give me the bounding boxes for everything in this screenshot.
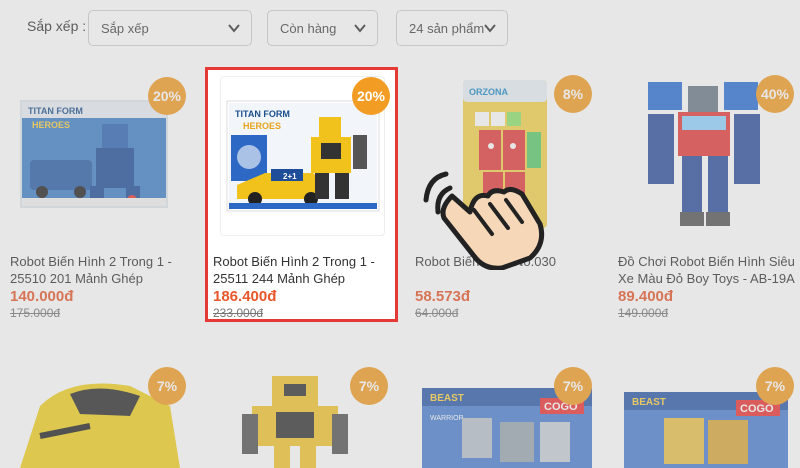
stock-select-value: Còn hàng xyxy=(280,20,337,36)
product-name-line[interactable]: 25510 201 Mảnh Ghép xyxy=(10,270,196,287)
heroes-logo-text: HEROES xyxy=(243,121,281,131)
beast-logo-text: BEAST xyxy=(632,397,666,408)
stock-select[interactable]: Còn hàng xyxy=(267,10,378,46)
cogo-logo-text: COGO xyxy=(740,403,774,415)
product-name-line[interactable]: Xe Màu Đỏ Boy Toys - AB-19A xyxy=(618,270,800,287)
chevron-down-icon xyxy=(228,24,240,33)
discount-badge: 7% xyxy=(756,367,794,405)
product-price: 140.000đ xyxy=(10,288,74,305)
chevron-down-icon xyxy=(484,24,496,33)
discount-badge: 7% xyxy=(148,367,186,405)
product-name-line[interactable]: Robot Biến Hình 2 Trong 1 - xyxy=(10,253,196,270)
product-old-price: 64.000đ xyxy=(415,306,459,320)
chevron-down-icon xyxy=(354,24,366,33)
sort-label: Sắp xếp : xyxy=(27,18,87,34)
sort-select-value: Sắp xếp xyxy=(101,20,149,36)
product-old-price: 149.000đ xyxy=(618,306,669,320)
titan-logo-text: TITAN FORM xyxy=(235,109,290,119)
highlighted-product-card[interactable]: TITAN FORM HEROES 2+1 20% Robot Biến Hìn… xyxy=(205,67,398,322)
count-select[interactable]: 24 sản phẩm xyxy=(396,10,508,46)
product-price: 186.400đ xyxy=(213,288,277,305)
discount-badge: 40% xyxy=(756,75,794,113)
discount-badge: 20% xyxy=(148,77,186,115)
two-in-one-label: 2+1 xyxy=(283,172,297,181)
titan-logo-text: TITAN FORM xyxy=(28,106,83,116)
discount-badge: 7% xyxy=(350,367,388,405)
discount-badge: 7% xyxy=(554,367,592,405)
discount-badge: 20% xyxy=(352,77,390,115)
product-name-line[interactable]: Robot Biến Hình 2 Trong 1 - xyxy=(213,253,398,270)
product-name-line[interactable]: 25511 244 Mảnh Ghép xyxy=(213,270,398,287)
discount-badge: 8% xyxy=(554,75,592,113)
product-old-price: 233.000đ xyxy=(213,306,264,320)
filter-bar: Sắp xếp : Sắp xếp Còn hàng 24 sản phẩm xyxy=(0,0,800,58)
sort-select[interactable]: Sắp xếp xyxy=(88,10,252,46)
orzona-logo-text: ORZONA xyxy=(469,87,508,97)
beast-logo-text: BEAST xyxy=(430,393,464,404)
hand-pointer-icon xyxy=(423,171,545,270)
product-price: 89.400đ xyxy=(618,288,674,305)
warrior-logo-text: WARRIOR xyxy=(430,415,464,422)
count-select-value: 24 sản phẩm xyxy=(409,20,485,36)
product-old-price: 175.000đ xyxy=(10,306,61,320)
product-name-line[interactable]: Đồ Chơi Robot Biến Hình Siêu xyxy=(618,253,800,270)
heroes-logo-text: HEROES xyxy=(32,120,70,130)
product-price: 58.573đ xyxy=(415,288,471,305)
